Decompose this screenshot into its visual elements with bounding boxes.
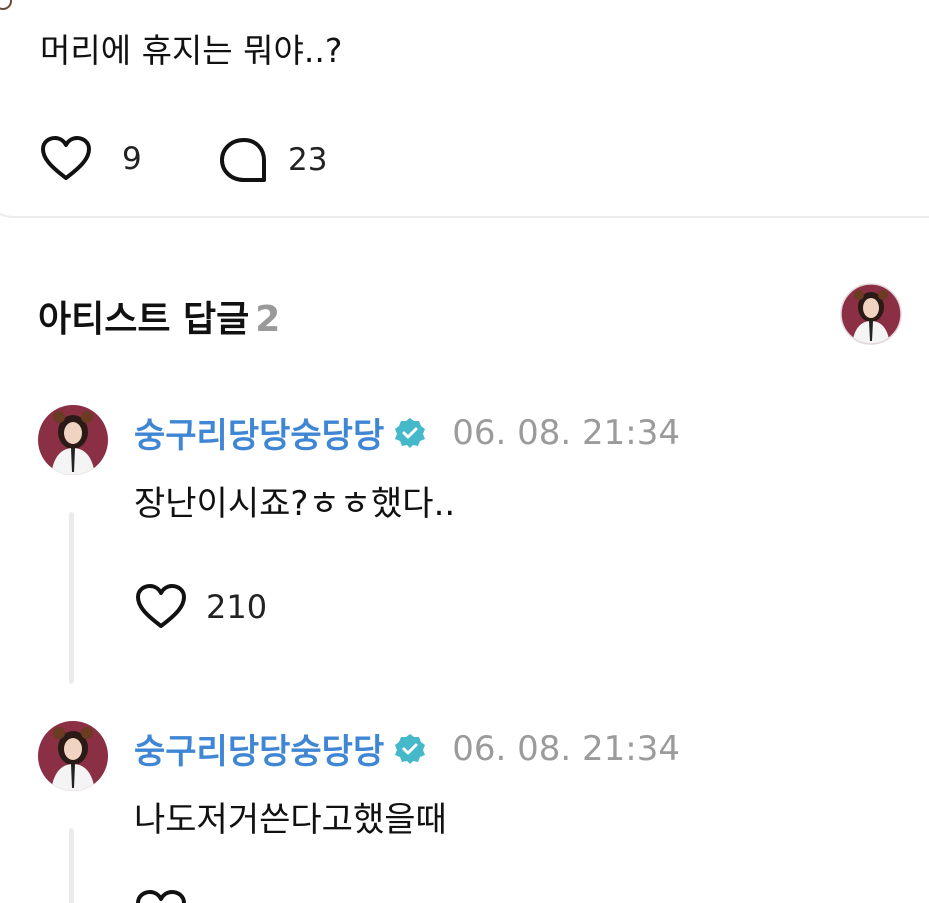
section-title: 아티스트 답글 2 <box>38 290 280 342</box>
section-title-label: 아티스트 답글 <box>38 299 250 340</box>
post-like-button[interactable]: 9 <box>40 136 142 182</box>
reply-author-name[interactable]: 숭구리당당숭당당 <box>134 408 384 457</box>
artist-avatar[interactable] <box>840 283 902 345</box>
reply-header: 숭구리당당숭당당 06. 08. 21:34 <box>134 408 680 457</box>
artist-replies-screen: 머리에 휴지는 뭐야..? 9 23 아티스트 답글 2 숭구리당당숭당당 06… <box>0 0 929 903</box>
section-reply-count: 2 <box>255 299 281 340</box>
reply-like-button[interactable] <box>134 890 188 903</box>
reply-author-avatar[interactable] <box>37 404 109 476</box>
post-comment-button[interactable]: 23 <box>218 136 327 184</box>
reply-like-button[interactable]: 210 <box>134 584 267 630</box>
reply-like-count: 210 <box>206 588 268 626</box>
reply-text: 나도저거쓴다고했을때 <box>134 800 447 840</box>
reply-header: 숭구리당당숭당당 06. 08. 21:34 <box>134 724 680 773</box>
verified-badge-icon <box>395 417 426 448</box>
reply-text: 장난이시죠?ㅎㅎ했다.. <box>134 484 456 524</box>
comment-bubble-icon <box>220 138 266 182</box>
post-text: 머리에 휴지는 뭐야..? <box>40 31 343 70</box>
verified-badge-icon <box>395 733 426 764</box>
reply-timestamp: 06. 08. 21:34 <box>452 412 680 453</box>
heart-outline-icon <box>136 890 186 903</box>
heart-outline-icon <box>41 136 91 180</box>
post-like-count: 9 <box>122 141 142 177</box>
thread-line <box>69 512 74 684</box>
reply-author-avatar[interactable] <box>37 720 109 792</box>
reply-timestamp: 06. 08. 21:34 <box>452 728 680 769</box>
thread-line <box>69 828 74 903</box>
post-comment-count: 23 <box>288 142 328 178</box>
heart-outline-icon <box>136 584 186 628</box>
reply-author-name[interactable]: 숭구리당당숭당당 <box>134 724 384 773</box>
